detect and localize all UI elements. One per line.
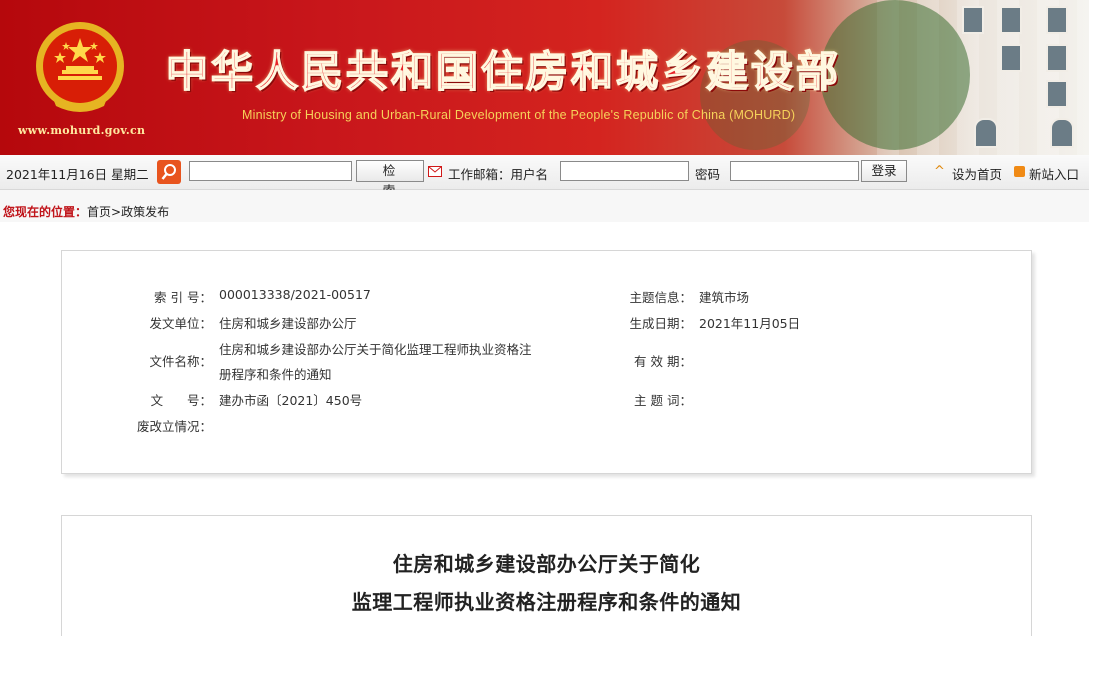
docno-label: 文 号： — [150, 393, 212, 408]
mail-icon — [428, 165, 442, 180]
date-label: 生成日期： — [629, 316, 692, 331]
username-field[interactable] — [560, 161, 689, 181]
search-button[interactable]: 检 索 — [356, 160, 424, 198]
new-site-link[interactable]: 新站入口 — [1029, 164, 1079, 183]
article-panel: 住房和城乡建设部办公厅关于简化 监理工程师执业资格注册程序和条件的通知 — [61, 515, 1032, 636]
breadcrumb-label: 您现在的位置： — [3, 205, 88, 219]
password-label: 密码 — [695, 167, 721, 182]
ministry-title-en: Ministry of Housing and Urban-Rural Deve… — [242, 108, 796, 122]
issuer-value: 住房和城乡建设部办公厅 — [219, 316, 357, 331]
date-value: 2021年11月05日 — [699, 316, 801, 331]
breadcrumb: 您现在的位置：首页>政策发布 — [0, 190, 1089, 222]
mail-username-label: 工作邮箱：用户名 — [448, 167, 549, 182]
site-banner: www.mohurd.gov.cn 中华人民共和国住房和城乡建设部 Minist… — [0, 0, 1089, 155]
national-emblem-icon — [36, 22, 124, 112]
article-title-line1: 住房和城乡建设部办公厅关于简化 — [392, 552, 701, 576]
site-url[interactable]: www.mohurd.gov.cn — [18, 124, 145, 137]
docno-value: 建办市函〔2021〕450号 — [219, 393, 363, 408]
index-value: 000013338/2021-00517 — [219, 287, 371, 302]
validity-label: 有 效 期： — [634, 354, 692, 369]
home-icon: ^ — [934, 164, 945, 179]
search-input[interactable] — [189, 161, 352, 181]
keywords-label: 主 题 词： — [634, 393, 692, 408]
top-toolbar: 2021年11月16日 星期二 检 索 工作邮箱：用户名 密码 登录 ^ 设为首… — [0, 155, 1089, 198]
set-home-link[interactable]: 设为首页 — [952, 164, 1002, 183]
password-field[interactable] — [730, 161, 859, 181]
topic-label: 主题信息： — [629, 290, 692, 305]
current-date: 2021年11月16日 星期二 — [6, 167, 149, 182]
filename-value-line1: 住房和城乡建设部办公厅关于简化监理工程师执业资格注 — [219, 342, 532, 357]
ministry-title-cn: 中华人民共和国住房和城乡建设部 — [165, 46, 842, 97]
search-icon[interactable] — [157, 160, 181, 184]
breadcrumb-path[interactable]: 首页>政策发布 — [87, 205, 169, 219]
issuer-label: 发文单位： — [149, 316, 212, 331]
status-label: 废改立情况： — [136, 419, 212, 434]
index-label: 索 引 号： — [154, 290, 212, 305]
login-button[interactable]: 登录 — [861, 160, 907, 182]
rss-icon — [1014, 166, 1025, 177]
document-info-box: 索 引 号： 000013338/2021-00517 发文单位： 住房和城乡建… — [61, 250, 1032, 474]
filename-value-line2: 册程序和条件的通知 — [219, 367, 332, 382]
filename-label: 文件名称： — [149, 354, 212, 369]
topic-value: 建筑市场 — [699, 290, 750, 305]
article-title-line2: 监理工程师执业资格注册程序和条件的通知 — [351, 590, 742, 614]
